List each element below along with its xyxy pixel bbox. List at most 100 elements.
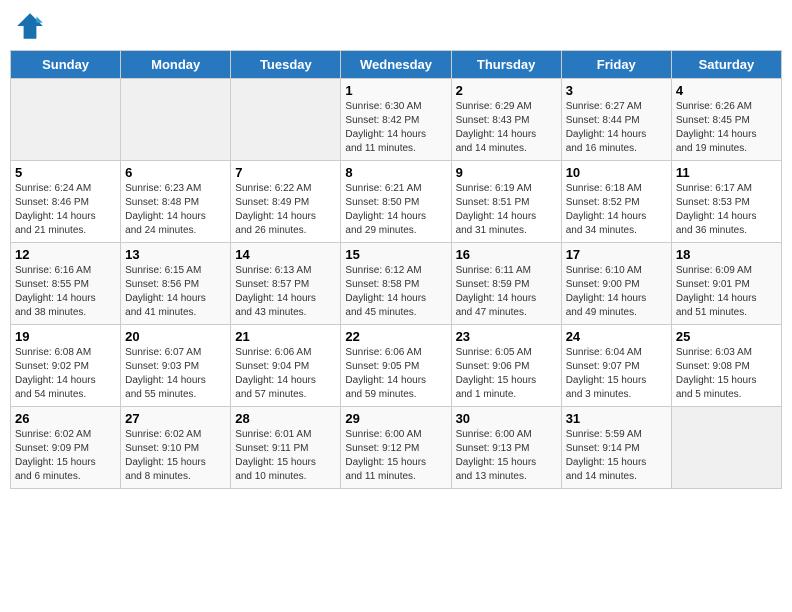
day-number: 30 bbox=[456, 411, 557, 426]
day-number: 16 bbox=[456, 247, 557, 262]
cell-content: Sunrise: 6:16 AM Sunset: 8:55 PM Dayligh… bbox=[15, 264, 116, 320]
day-number: 17 bbox=[566, 247, 667, 262]
calendar-cell: 20Sunrise: 6:07 AM Sunset: 9:03 PM Dayli… bbox=[121, 325, 231, 407]
calendar-cell: 1 Sunrise: 6:30 AM Sunset: 8:42 PM Daylig… bbox=[341, 79, 451, 161]
calendar-cell bbox=[11, 79, 121, 161]
day-number: 23 bbox=[456, 329, 557, 344]
cell-content: Sunrise: 6:19 AM Sunset: 8:51 PM Dayligh… bbox=[456, 182, 557, 238]
calendar-cell: 17 Sunrise: 6:10 AM Sunset: 9:00 PM Dayli… bbox=[561, 243, 671, 325]
calendar-cell bbox=[231, 79, 341, 161]
calendar-cell: 25 Sunrise: 6:03 AM Sunset: 9:08 PM Dayli… bbox=[671, 325, 781, 407]
calendar-cell: 22 Sunrise: 6:06 AM Sunset: 9:05 PM Dayli… bbox=[341, 325, 451, 407]
calendar-cell: 15Sunrise: 6:12 AM Sunset: 8:58 PM Dayli… bbox=[341, 243, 451, 325]
calendar-cell: 31 Sunrise: 5:59 AM Sunset: 9:14 PM Dayli… bbox=[561, 407, 671, 489]
calendar-cell: 28 Sunrise: 6:01 AM Sunset: 9:11 PM Dayli… bbox=[231, 407, 341, 489]
day-number: 12 bbox=[15, 247, 116, 262]
calendar-cell: 26Sunrise: 6:02 AM Sunset: 9:09 PM Dayli… bbox=[11, 407, 121, 489]
calendar-cell: 13 Sunrise: 6:15 AM Sunset: 8:56 PM Dayli… bbox=[121, 243, 231, 325]
day-number: 13 bbox=[125, 247, 226, 262]
page-header bbox=[10, 10, 782, 42]
cell-content: Sunrise: 6:04 AM Sunset: 9:07 PM Dayligh… bbox=[566, 346, 667, 402]
cell-content: Sunrise: 6:21 AM Sunset: 8:50 PM Dayligh… bbox=[345, 182, 446, 238]
calendar-cell: 7 Sunrise: 6:22 AM Sunset: 8:49 PM Daylig… bbox=[231, 161, 341, 243]
calendar-cell: 2Sunrise: 6:29 AM Sunset: 8:43 PM Daylig… bbox=[451, 79, 561, 161]
logo bbox=[14, 10, 50, 42]
cell-content: Sunrise: 6:10 AM Sunset: 9:00 PM Dayligh… bbox=[566, 264, 667, 320]
calendar-cell: 3Sunrise: 6:27 AM Sunset: 8:44 PM Daylig… bbox=[561, 79, 671, 161]
cell-content: Sunrise: 6:29 AM Sunset: 8:43 PM Dayligh… bbox=[456, 100, 557, 156]
cell-content: Sunrise: 6:06 AM Sunset: 9:04 PM Dayligh… bbox=[235, 346, 336, 402]
cell-content: Sunrise: 6:15 AM Sunset: 8:56 PM Dayligh… bbox=[125, 264, 226, 320]
cell-content: Sunrise: 6:05 AM Sunset: 9:06 PM Dayligh… bbox=[456, 346, 557, 402]
cell-content: Sunrise: 6:01 AM Sunset: 9:11 PM Dayligh… bbox=[235, 428, 336, 484]
calendar-week-row: 26Sunrise: 6:02 AM Sunset: 9:09 PM Dayli… bbox=[11, 407, 782, 489]
cell-content: Sunrise: 6:00 AM Sunset: 9:12 PM Dayligh… bbox=[345, 428, 446, 484]
cell-content: Sunrise: 6:08 AM Sunset: 9:02 PM Dayligh… bbox=[15, 346, 116, 402]
day-number: 20 bbox=[125, 329, 226, 344]
logo-icon bbox=[14, 10, 46, 42]
cell-content: Sunrise: 6:23 AM Sunset: 8:48 PM Dayligh… bbox=[125, 182, 226, 238]
day-number: 7 bbox=[235, 165, 336, 180]
day-number: 24 bbox=[566, 329, 667, 344]
calendar-week-row: 5Sunrise: 6:24 AM Sunset: 8:46 PM Daylig… bbox=[11, 161, 782, 243]
cell-content: Sunrise: 6:18 AM Sunset: 8:52 PM Dayligh… bbox=[566, 182, 667, 238]
calendar-header-row: SundayMondayTuesdayWednesdayThursdayFrid… bbox=[11, 51, 782, 79]
cell-content: Sunrise: 6:06 AM Sunset: 9:05 PM Dayligh… bbox=[345, 346, 446, 402]
cell-content: Sunrise: 6:00 AM Sunset: 9:13 PM Dayligh… bbox=[456, 428, 557, 484]
calendar-cell: 14 Sunrise: 6:13 AM Sunset: 8:57 PM Dayli… bbox=[231, 243, 341, 325]
cell-content: Sunrise: 6:13 AM Sunset: 8:57 PM Dayligh… bbox=[235, 264, 336, 320]
day-number: 5 bbox=[15, 165, 116, 180]
calendar-cell: 29 Sunrise: 6:00 AM Sunset: 9:12 PM Dayli… bbox=[341, 407, 451, 489]
calendar-cell: 11 Sunrise: 6:17 AM Sunset: 8:53 PM Dayli… bbox=[671, 161, 781, 243]
calendar-cell: 24 Sunrise: 6:04 AM Sunset: 9:07 PM Dayli… bbox=[561, 325, 671, 407]
day-number: 27 bbox=[125, 411, 226, 426]
day-header-saturday: Saturday bbox=[671, 51, 781, 79]
day-number: 14 bbox=[235, 247, 336, 262]
day-header-monday: Monday bbox=[121, 51, 231, 79]
calendar-cell bbox=[121, 79, 231, 161]
calendar-cell: 10 Sunrise: 6:18 AM Sunset: 8:52 PM Dayli… bbox=[561, 161, 671, 243]
day-number: 28 bbox=[235, 411, 336, 426]
cell-content: Sunrise: 6:02 AM Sunset: 9:10 PM Dayligh… bbox=[125, 428, 226, 484]
day-header-tuesday: Tuesday bbox=[231, 51, 341, 79]
day-number: 11 bbox=[676, 165, 777, 180]
calendar-cell bbox=[671, 407, 781, 489]
day-number: 18 bbox=[676, 247, 777, 262]
calendar-cell: 21Sunrise: 6:06 AM Sunset: 9:04 PM Dayli… bbox=[231, 325, 341, 407]
cell-content: Sunrise: 6:26 AM Sunset: 8:45 PM Dayligh… bbox=[676, 100, 777, 156]
calendar-cell: 30 Sunrise: 6:00 AM Sunset: 9:13 PM Dayli… bbox=[451, 407, 561, 489]
day-number: 22 bbox=[345, 329, 446, 344]
calendar-cell: 18 Sunrise: 6:09 AM Sunset: 9:01 PM Dayli… bbox=[671, 243, 781, 325]
day-header-wednesday: Wednesday bbox=[341, 51, 451, 79]
calendar-week-row: 12 Sunrise: 6:16 AM Sunset: 8:55 PM Dayli… bbox=[11, 243, 782, 325]
calendar-cell: 19 Sunrise: 6:08 AM Sunset: 9:02 PM Dayli… bbox=[11, 325, 121, 407]
calendar-week-row: 19 Sunrise: 6:08 AM Sunset: 9:02 PM Dayli… bbox=[11, 325, 782, 407]
calendar-table: SundayMondayTuesdayWednesdayThursdayFrid… bbox=[10, 50, 782, 489]
day-number: 31 bbox=[566, 411, 667, 426]
cell-content: Sunrise: 6:22 AM Sunset: 8:49 PM Dayligh… bbox=[235, 182, 336, 238]
day-number: 25 bbox=[676, 329, 777, 344]
cell-content: Sunrise: 6:30 AM Sunset: 8:42 PM Dayligh… bbox=[345, 100, 446, 156]
calendar-cell: 16Sunrise: 6:11 AM Sunset: 8:59 PM Dayli… bbox=[451, 243, 561, 325]
calendar-cell: 8 Sunrise: 6:21 AM Sunset: 8:50 PM Daylig… bbox=[341, 161, 451, 243]
cell-content: Sunrise: 6:09 AM Sunset: 9:01 PM Dayligh… bbox=[676, 264, 777, 320]
day-number: 15 bbox=[345, 247, 446, 262]
day-number: 29 bbox=[345, 411, 446, 426]
day-header-sunday: Sunday bbox=[11, 51, 121, 79]
day-number: 6 bbox=[125, 165, 226, 180]
day-number: 26 bbox=[15, 411, 116, 426]
day-number: 9 bbox=[456, 165, 557, 180]
cell-content: Sunrise: 6:03 AM Sunset: 9:08 PM Dayligh… bbox=[676, 346, 777, 402]
day-number: 19 bbox=[15, 329, 116, 344]
day-number: 1 bbox=[345, 83, 446, 98]
calendar-cell: 23 Sunrise: 6:05 AM Sunset: 9:06 PM Dayli… bbox=[451, 325, 561, 407]
calendar-cell: 5Sunrise: 6:24 AM Sunset: 8:46 PM Daylig… bbox=[11, 161, 121, 243]
calendar-week-row: 1 Sunrise: 6:30 AM Sunset: 8:42 PM Daylig… bbox=[11, 79, 782, 161]
cell-content: Sunrise: 5:59 AM Sunset: 9:14 PM Dayligh… bbox=[566, 428, 667, 484]
calendar-cell: 27 Sunrise: 6:02 AM Sunset: 9:10 PM Dayli… bbox=[121, 407, 231, 489]
day-number: 8 bbox=[345, 165, 446, 180]
cell-content: Sunrise: 6:17 AM Sunset: 8:53 PM Dayligh… bbox=[676, 182, 777, 238]
day-header-thursday: Thursday bbox=[451, 51, 561, 79]
day-number: 10 bbox=[566, 165, 667, 180]
calendar-cell: 6 Sunrise: 6:23 AM Sunset: 8:48 PM Daylig… bbox=[121, 161, 231, 243]
